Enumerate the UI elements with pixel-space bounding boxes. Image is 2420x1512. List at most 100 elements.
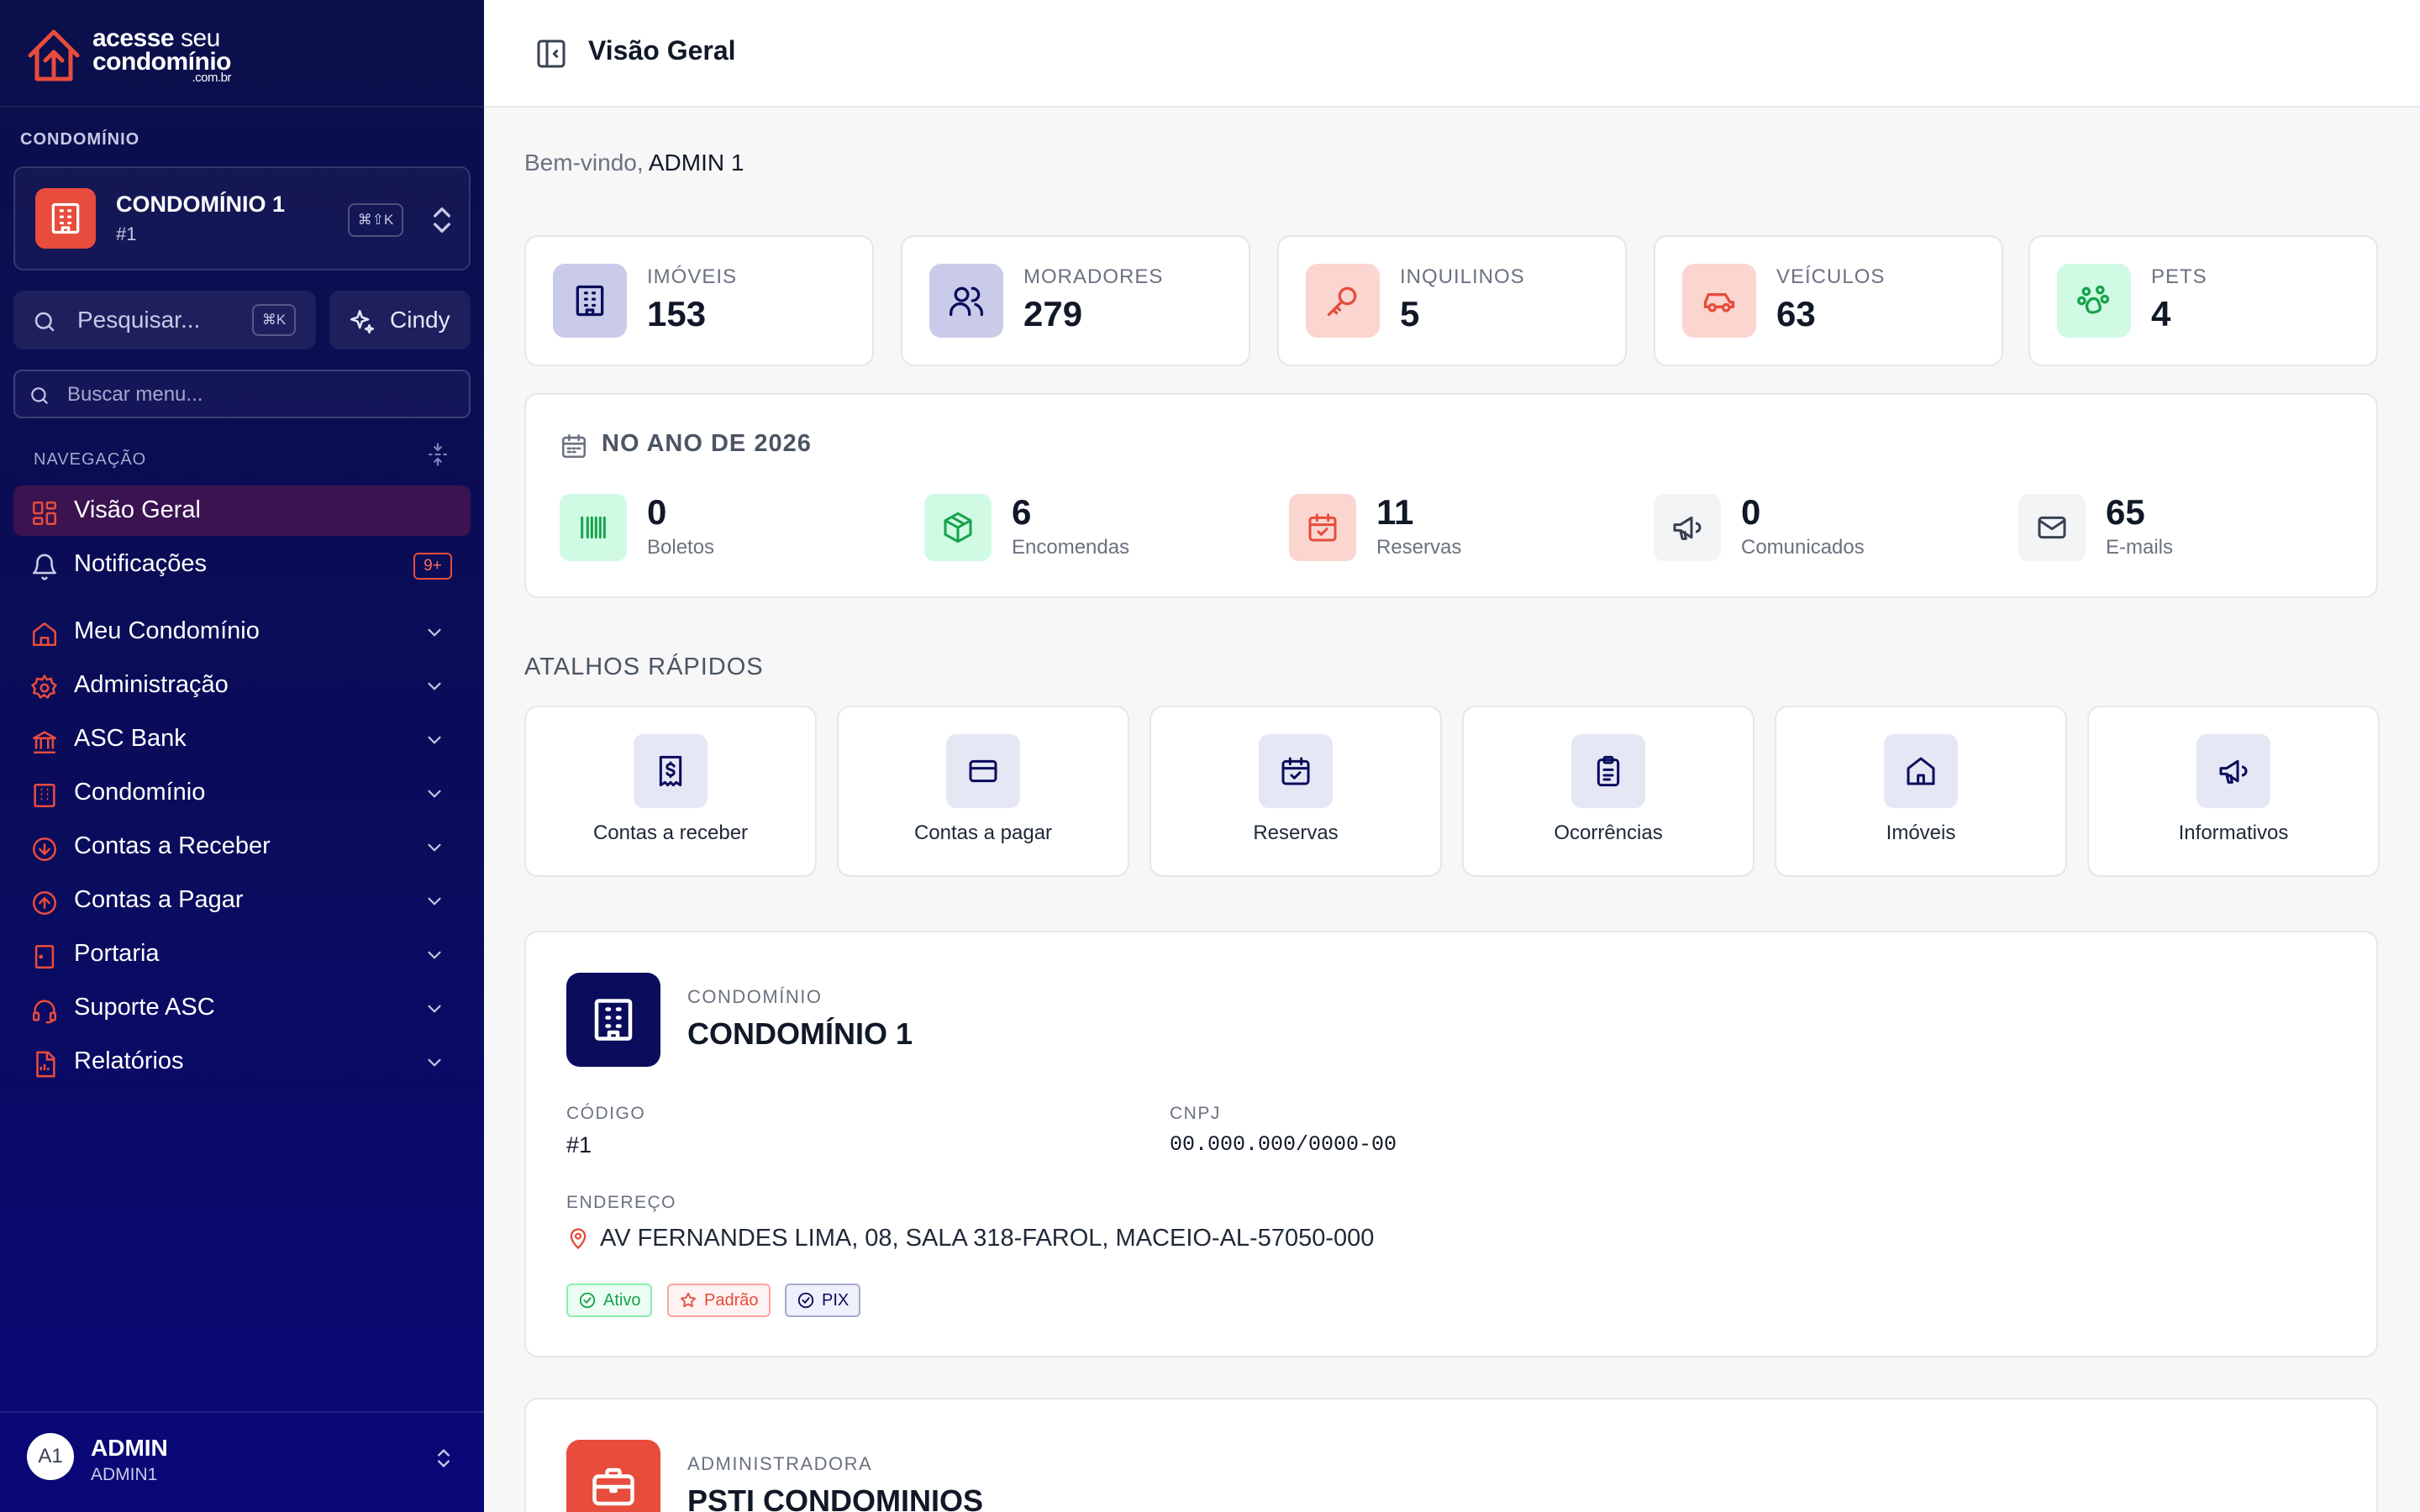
year-item-reservas[interactable]: 11 Reservas bbox=[1289, 492, 1625, 563]
year-item-emails[interactable]: 65 E-mails bbox=[2018, 492, 2354, 563]
chevron-down-icon bbox=[428, 843, 441, 852]
building-icon bbox=[553, 264, 627, 338]
shortcut-reservas[interactable]: Reservas bbox=[1150, 706, 1442, 877]
year-item-encomendas[interactable]: 6 Encomendas bbox=[924, 492, 1260, 563]
welcome-text: Bem-vindo, ADMIN 1 bbox=[524, 150, 744, 176]
year-item-value: 0 bbox=[1741, 492, 1761, 532]
year-item-label: Boletos bbox=[647, 536, 715, 559]
year-item-comunicados[interactable]: 0 Comunicados bbox=[1654, 492, 1990, 563]
stat-card-inquilinos[interactable]: INQUILINOS 5 bbox=[1277, 235, 1627, 366]
nav-item-label: Visão Geral bbox=[74, 496, 201, 523]
map-pin-icon bbox=[570, 1228, 587, 1250]
chevrons-up-down-icon bbox=[438, 1449, 450, 1467]
chevrons-up-down-icon bbox=[434, 207, 450, 233]
collapse-all-icon[interactable] bbox=[425, 442, 450, 467]
shortcut-label: Contas a pagar bbox=[913, 822, 1053, 844]
nav-item-contas-pagar[interactable]: Contas a Pagar bbox=[13, 875, 471, 926]
stat-label: MORADORES bbox=[1023, 265, 1164, 288]
year-item-value: 65 bbox=[2106, 492, 2145, 532]
shortcut-imoveis[interactable]: Imóveis bbox=[1775, 706, 2067, 877]
status-badge-ativo: Ativo bbox=[566, 1284, 653, 1317]
cnpj-value: 00.000.000/0000-00 bbox=[1170, 1132, 1397, 1157]
year-item-boletos[interactable]: 0 Boletos bbox=[560, 492, 896, 563]
logo-text: acesse seu condomínio .com.br bbox=[92, 24, 231, 85]
condo-detail-name: CONDOMÍNIO 1 bbox=[687, 1016, 913, 1051]
nav-item-contas-receber[interactable]: Contas a Receber bbox=[13, 822, 471, 872]
nav-item-administracao[interactable]: Administração bbox=[13, 660, 471, 711]
year-item-value: 6 bbox=[1012, 492, 1032, 532]
assistant-label: Cindy bbox=[390, 307, 450, 333]
shortcut-label: Contas a receber bbox=[592, 822, 749, 844]
building-icon bbox=[34, 783, 55, 808]
nav-item-asc-bank[interactable]: ASC Bank bbox=[13, 714, 471, 764]
nav-item-portaria[interactable]: Portaria bbox=[13, 929, 471, 979]
nav-item-condominio[interactable]: Condomínio bbox=[13, 768, 471, 818]
nav-item-label: ASC Bank bbox=[74, 725, 187, 752]
year-item-label: Reservas bbox=[1376, 536, 1462, 559]
key-icon bbox=[1306, 264, 1380, 338]
chevron-down-icon bbox=[428, 736, 441, 744]
shortcut-contas-receber[interactable]: Contas a receber bbox=[524, 706, 817, 877]
megaphone-icon bbox=[1654, 494, 1721, 561]
avatar: A1 bbox=[27, 1433, 74, 1480]
calendar-check-icon bbox=[1289, 494, 1356, 561]
house-logo-icon bbox=[28, 29, 80, 81]
user-menu[interactable]: A1 ADMIN ADMIN1 bbox=[0, 1411, 484, 1512]
page-title: Visão Geral bbox=[588, 35, 736, 66]
user-name: ADMIN bbox=[91, 1435, 168, 1461]
bell-icon bbox=[32, 554, 57, 580]
administradora-kicker: ADMINISTRADORA bbox=[687, 1453, 873, 1474]
stat-card-veiculos[interactable]: VEÍCULOS 63 bbox=[1654, 235, 2003, 366]
shortcut-informativos[interactable]: Informativos bbox=[2087, 706, 2380, 877]
nav-item-label: Relatórios bbox=[74, 1047, 184, 1074]
condo-selector[interactable]: CONDOMÍNIO 1 #1 ⌘⇧K bbox=[13, 166, 471, 270]
nav-item-suporte-asc[interactable]: Suporte ASC bbox=[13, 983, 471, 1033]
search-icon bbox=[31, 387, 48, 404]
codigo-value: #1 bbox=[566, 1132, 592, 1158]
building-icon bbox=[35, 188, 96, 249]
search-button[interactable]: Pesquisar... ⌘K bbox=[13, 291, 316, 349]
assistant-button[interactable]: Cindy bbox=[329, 291, 471, 349]
shortcut-ocorrencias[interactable]: Ocorrências bbox=[1462, 706, 1754, 877]
shortcut-contas-pagar[interactable]: Contas a pagar bbox=[837, 706, 1129, 877]
top-bar: Visão Geral bbox=[484, 0, 2420, 108]
nav-section-label: NAVEGAÇÃO bbox=[34, 450, 147, 469]
condo-detail-card: CONDOMÍNIO CONDOMÍNIO 1 CÓDIGO #1 CNPJ 0… bbox=[524, 931, 2378, 1357]
chevron-down-icon bbox=[428, 1005, 441, 1013]
stat-card-pets[interactable]: PETS 4 bbox=[2028, 235, 2378, 366]
nav-item-label: Notificações bbox=[74, 550, 207, 577]
year-item-label: E-mails bbox=[2106, 536, 2174, 559]
sidebar-divider bbox=[0, 106, 484, 108]
grid-icon bbox=[32, 501, 57, 526]
year-item-value: 11 bbox=[1376, 492, 1414, 532]
nav-item-notificacoes[interactable]: Notificações 9+ bbox=[13, 539, 471, 590]
sidebar-toggle-icon[interactable] bbox=[534, 37, 568, 71]
package-icon bbox=[924, 494, 992, 561]
door-icon bbox=[34, 944, 55, 969]
check-circle-icon bbox=[579, 1292, 596, 1309]
nav-item-label: Contas a Pagar bbox=[74, 886, 244, 913]
search-icon bbox=[34, 312, 55, 332]
administradora-name: PSTI CONDOMINIOS bbox=[687, 1483, 984, 1512]
logo[interactable]: acesse seu condomínio .com.br bbox=[20, 24, 231, 87]
stat-card-imoveis[interactable]: IMÓVEIS 153 bbox=[524, 235, 874, 366]
nav-item-relatorios[interactable]: Relatórios bbox=[13, 1037, 471, 1087]
stat-card-moradores[interactable]: MORADORES 279 bbox=[901, 235, 1250, 366]
nav-item-label: Contas a Receber bbox=[74, 832, 271, 859]
calendar-icon bbox=[561, 433, 587, 459]
chevron-down-icon bbox=[428, 897, 441, 906]
arrow-up-circle-icon bbox=[32, 890, 57, 916]
mail-icon bbox=[2018, 494, 2086, 561]
chevron-down-icon bbox=[428, 790, 441, 798]
stat-value: 279 bbox=[1023, 294, 1083, 333]
chevron-down-icon bbox=[428, 951, 441, 959]
nav-item-visao-geral[interactable]: Visão Geral bbox=[13, 486, 471, 536]
condo-section-label: CONDOMÍNIO bbox=[20, 130, 140, 149]
year-item-value: 0 bbox=[647, 492, 667, 532]
check-circle-icon bbox=[797, 1292, 814, 1309]
star-icon bbox=[681, 1292, 696, 1308]
menu-search-input[interactable] bbox=[67, 381, 454, 408]
welcome-user: ADMIN 1 bbox=[648, 150, 744, 176]
user-login: ADMIN1 bbox=[91, 1465, 158, 1484]
nav-item-meu-condominio[interactable]: Meu Condomínio bbox=[13, 606, 471, 657]
